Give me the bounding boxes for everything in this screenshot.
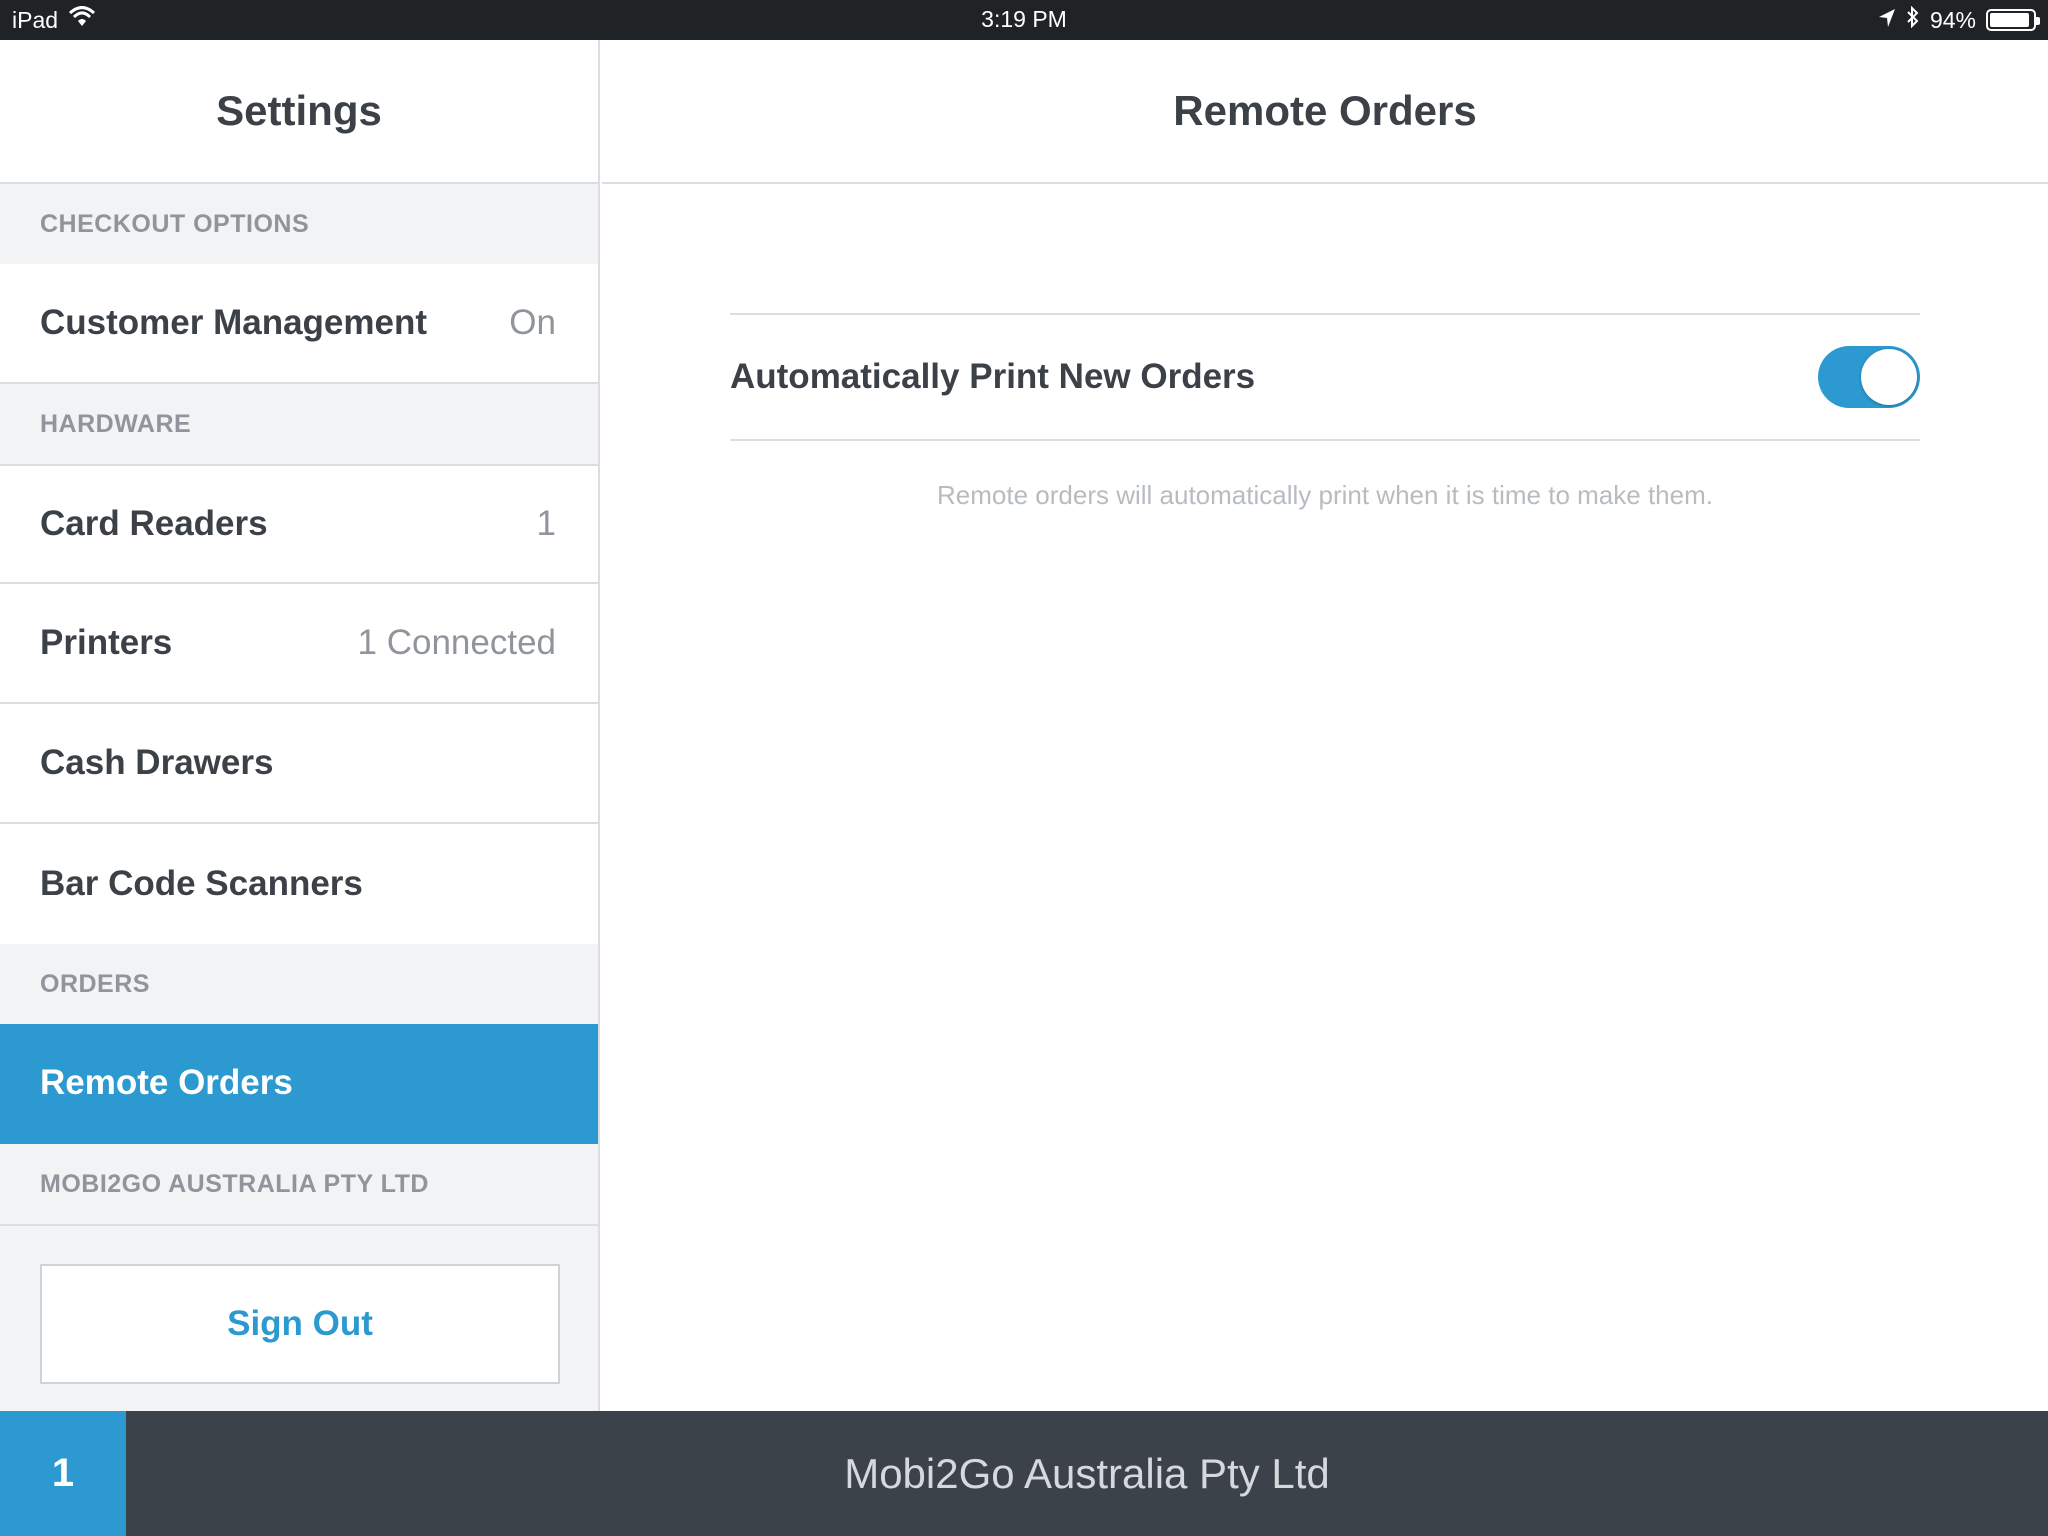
sidebar-item-card-readers[interactable]: Card Readers 1 <box>0 464 598 584</box>
sidebar-item-label: Remote Orders <box>40 1063 293 1102</box>
auto-print-toggle[interactable] <box>1818 346 1920 408</box>
sidebar-item-label: Card Readers <box>40 504 268 543</box>
sidebar-item-value: 1 Connected <box>357 623 556 662</box>
sidebar-item-printers[interactable]: Printers 1 Connected <box>0 584 598 704</box>
status-right: 94% <box>1878 5 2040 34</box>
battery-icon <box>1986 9 2040 31</box>
section-label-hardware: HARDWARE <box>40 409 192 438</box>
sidebar-item-remote-orders[interactable]: Remote Orders <box>0 1024 598 1144</box>
battery-percent: 94% <box>1929 6 1976 33</box>
settings-sidebar: Settings CHECKOUT OPTIONS Customer Manag… <box>0 40 600 1411</box>
sidebar-item-cash-drawers[interactable]: Cash Drawers <box>0 704 598 824</box>
sidebar-item-customer-management[interactable]: Customer Management On <box>0 264 598 384</box>
location-arrow-icon <box>1878 7 1896 34</box>
sidebar-item-bar-code-scanners[interactable]: Bar Code Scanners <box>0 824 598 944</box>
status-bar: iPad 3:19 PM 94% <box>0 0 2048 40</box>
sidebar-item-value: On <box>509 303 556 342</box>
page-title: Remote Orders <box>602 40 2048 184</box>
toggle-knob <box>1861 349 1917 405</box>
battery-level-fill <box>1990 13 2030 27</box>
sign-out-container: Sign Out <box>0 1224 598 1422</box>
footer-badge[interactable]: 1 <box>0 1411 126 1536</box>
sidebar-title: Settings <box>0 40 598 184</box>
sidebar-item-value: 1 <box>536 504 556 543</box>
section-label-business: MOBI2GO AUSTRALIA PTY LTD <box>40 1169 429 1198</box>
sign-out-button[interactable]: Sign Out <box>40 1264 560 1384</box>
sidebar-item-label: Cash Drawers <box>40 743 274 782</box>
auto-print-label: Automatically Print New Orders <box>730 357 1256 396</box>
app-root: iPad 3:19 PM 94% Settings CHECKOUT OPTIO… <box>0 0 2048 1536</box>
footer-business-name: Mobi2Go Australia Pty Ltd <box>844 1449 1330 1497</box>
section-label-checkout-options: CHECKOUT OPTIONS <box>40 209 310 238</box>
section-label-orders: ORDERS <box>40 969 150 998</box>
sidebar-item-label: Printers <box>40 623 173 662</box>
bluetooth-icon <box>1906 5 1920 34</box>
auto-print-setting-row: Automatically Print New Orders <box>730 313 1920 441</box>
status-time: 3:19 PM <box>981 6 1067 32</box>
footer-bar: 1 Mobi2Go Australia Pty Ltd <box>0 1411 2048 1536</box>
sidebar-item-label: Customer Management <box>40 303 428 342</box>
auto-print-help-text: Remote orders will automatically print w… <box>937 480 1713 510</box>
sidebar-item-label: Bar Code Scanners <box>40 864 363 903</box>
